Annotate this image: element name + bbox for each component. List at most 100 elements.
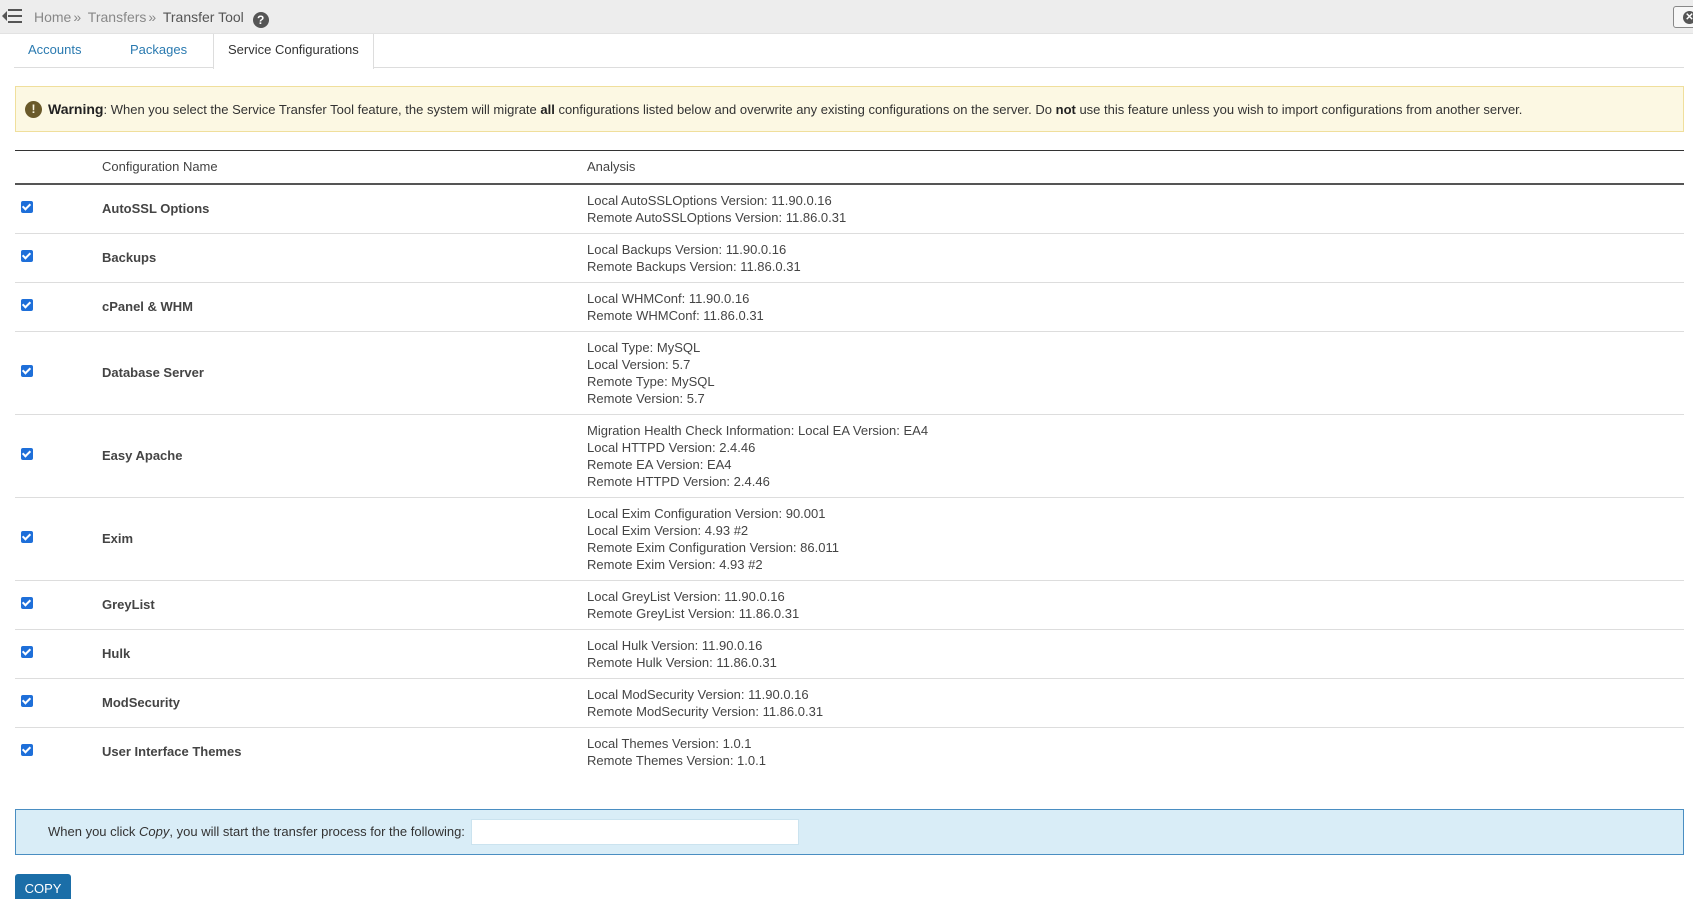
analysis-cell: Local Backups Version: 11.90.0.16 Remote …	[587, 233, 1684, 283]
info-text: , you will start the transfer process fo…	[169, 824, 465, 839]
breadcrumb-transfers[interactable]: Transfers	[88, 9, 147, 25]
analysis-line: Local GreyList Version: 11.90.0.16	[587, 588, 785, 604]
breadcrumb-home[interactable]: Home	[34, 9, 71, 25]
info-text: When you click	[48, 824, 140, 839]
table-row: Backups Local Backups Version: 11.90.0.16…	[15, 233, 1684, 283]
analysis-cell: Local ModSecurity Version: 11.90.0.16 Rem…	[587, 678, 1684, 728]
analysis-line: Remote Exim Version: 4.93 #2	[587, 556, 763, 572]
info-alert: When you click Copy, you will start the …	[15, 809, 1684, 855]
configuration-name: cPanel & WHM	[102, 282, 587, 332]
table-row: cPanel & WHM Local WHMConf: 11.90.0.16 Rem…	[15, 282, 1684, 332]
tab-bar: Accounts Packages Service Configurations	[14, 34, 1684, 69]
analysis-line: Local Exim Configuration Version: 90.001	[587, 505, 826, 521]
table-header-row: Configuration Name Analysis	[15, 150, 1684, 185]
row-checkbox[interactable]	[21, 250, 33, 262]
breadcrumb-separator: »	[148, 9, 157, 25]
analysis-line: Local Hulk Version: 11.90.0.16	[587, 637, 763, 653]
header-analysis: Analysis	[587, 150, 1684, 185]
table-row: Exim Local Exim Configuration Version: 90…	[15, 497, 1684, 581]
configuration-name: User Interface Themes	[102, 744, 242, 759]
table-row: AutoSSL Options Local AutoSSLOptions Vers…	[15, 183, 1684, 234]
warning-emphasis-all: all	[540, 102, 555, 117]
analysis-line: Remote Type: MySQL	[587, 373, 715, 389]
row-select-cell	[15, 580, 102, 630]
tab-accounts[interactable]: Accounts	[14, 34, 95, 68]
table-row: ModSecurity Local ModSecurity Version: 11…	[15, 678, 1684, 728]
configuration-name: Hulk	[102, 629, 587, 679]
menu-toggle-icon[interactable]	[2, 8, 22, 24]
analysis-line: Local HTTPD Version: 2.4.46	[587, 439, 756, 455]
analysis-line: Local AutoSSLOptions Version: 11.90.0.16	[587, 192, 832, 208]
analysis-line: Local Backups Version: 11.90.0.16	[587, 241, 787, 257]
breadcrumb: Home» Transfers» Transfer Tool ?	[34, 9, 269, 28]
analysis-cell: Local Hulk Version: 11.90.0.16 Remote Hul…	[587, 629, 1684, 679]
analysis-line: Migration Health Check Information: Loca…	[587, 422, 929, 438]
analysis-line: Local Themes Version: 1.0.1	[587, 735, 752, 751]
question-circle-icon[interactable]: ?	[252, 12, 269, 28]
analysis-cell: Local AutoSSLOptions Version: 11.90.0.16…	[587, 183, 1684, 234]
tab-service-configurations[interactable]: Service Configurations	[213, 34, 374, 69]
header-configuration-name: Configuration Name	[102, 150, 587, 185]
analysis-cell: Local WHMConf: 11.90.0.16 Remote WHMConf:…	[587, 282, 1684, 332]
analysis-cell: Local Exim Configuration Version: 90.001…	[587, 497, 1684, 581]
analysis-line: Remote WHMConf: 11.86.0.31	[587, 307, 764, 323]
row-select-cell	[15, 414, 102, 498]
close-icon[interactable]: ✕	[1673, 6, 1693, 28]
info-emphasis-copy: Copy	[139, 824, 170, 839]
row-checkbox[interactable]	[21, 597, 33, 609]
analysis-line: Remote HTTPD Version: 2.4.46	[587, 473, 770, 489]
row-checkbox[interactable]	[21, 201, 33, 213]
row-select-cell	[15, 282, 102, 332]
analysis-line: Remote Themes Version: 1.0.1	[587, 752, 766, 768]
exclamation-circle-icon: !	[25, 101, 42, 118]
analysis-line: Remote Version: 5.7	[587, 390, 705, 406]
analysis-line: Local Exim Version: 4.93 #2	[587, 522, 749, 538]
configuration-name: Easy Apache	[102, 414, 587, 498]
analysis-line: Remote ModSecurity Version: 11.86.0.31	[587, 703, 824, 719]
warning-text: use this feature unless you wish to impo…	[1075, 102, 1523, 117]
header-select	[15, 150, 102, 185]
analysis-line: Local Type: MySQL	[587, 339, 701, 355]
breadcrumb-separator: »	[73, 9, 82, 25]
row-checkbox[interactable]	[21, 448, 33, 460]
analysis-line: Remote GreyList Version: 11.86.0.31	[587, 605, 800, 621]
transfer-target-list	[471, 819, 799, 845]
row-checkbox[interactable]	[21, 744, 33, 756]
warning-text: configurations listed below and overwrit…	[554, 102, 1056, 117]
warning-alert: ! Warning: When you select the Service T…	[15, 86, 1684, 132]
tab-packages[interactable]: Packages	[116, 34, 201, 68]
row-checkbox[interactable]	[21, 695, 33, 707]
row-select-cell	[15, 678, 102, 728]
analysis-line: Remote Hulk Version: 11.86.0.31	[587, 654, 777, 670]
configuration-name: Database Server	[102, 331, 587, 415]
row-checkbox[interactable]	[21, 299, 33, 311]
row-select-cell	[15, 727, 102, 776]
configuration-name: ModSecurity	[102, 678, 587, 728]
row-select-cell	[15, 497, 102, 581]
analysis-cell: Local Type: MySQL Local Version: 5.7 Remot…	[587, 331, 1684, 415]
configuration-name: AutoSSL Options	[102, 183, 587, 234]
row-select-cell	[15, 183, 102, 234]
table-row: User Interface Themes Local Themes Versio…	[15, 727, 1684, 776]
analysis-line: Remote Exim Configuration Version: 86.01…	[587, 539, 839, 555]
analysis-line: Remote Backups Version: 11.86.0.31	[587, 258, 801, 274]
table-row: GreyList Local GreyList Version: 11.90.0.…	[15, 580, 1684, 630]
row-checkbox[interactable]	[21, 646, 33, 658]
row-checkbox[interactable]	[21, 365, 33, 377]
configurations-table: Configuration Name Analysis AutoSSL Opti…	[15, 150, 1684, 776]
analysis-cell: Local Themes Version: 1.0.1 Remote Themes…	[587, 727, 1684, 776]
analysis-line: Local ModSecurity Version: 11.90.0.16	[587, 686, 809, 702]
table-row: Hulk Local Hulk Version: 11.90.0.16 Remote…	[15, 629, 1684, 679]
analysis-cell: Migration Health Check Information: Loca…	[587, 414, 1684, 498]
configuration-name: Backups	[102, 233, 587, 283]
breadcrumb-current: Transfer Tool	[162, 9, 244, 25]
configuration-name: GreyList	[102, 580, 587, 630]
analysis-line: Remote EA Version: EA4	[587, 456, 732, 472]
row-select-cell	[15, 629, 102, 679]
copy-button[interactable]: COPY	[15, 874, 71, 899]
analysis-line: Local WHMConf: 11.90.0.16	[587, 290, 750, 306]
row-checkbox[interactable]	[21, 531, 33, 543]
table-row: Database Server Local Type: MySQL Local Ve…	[15, 331, 1684, 415]
analysis-line: Local Version: 5.7	[587, 356, 691, 372]
row-select-cell	[15, 233, 102, 283]
